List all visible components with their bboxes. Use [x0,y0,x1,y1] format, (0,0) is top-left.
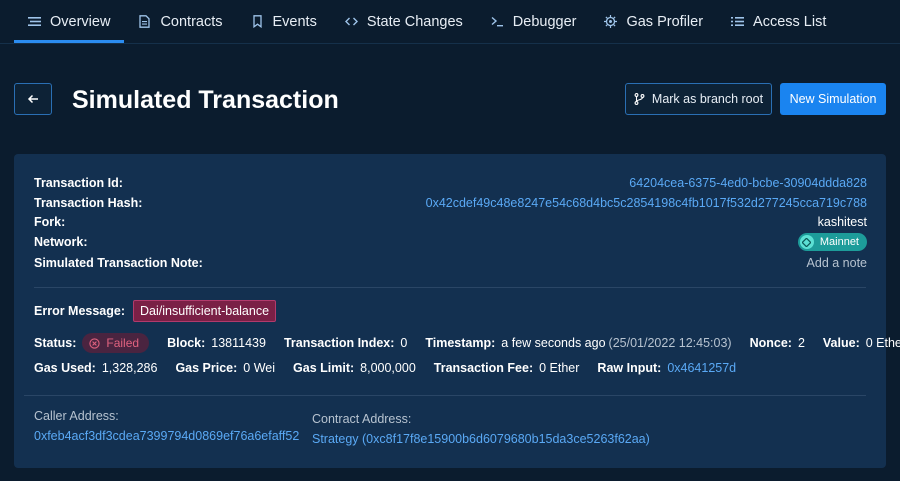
transaction-hash-value[interactable]: 0x42cdef49c48e8247e54c68d4bc5c2854198c4f… [426,196,867,210]
gas-price-label: Gas Price: [175,361,238,375]
tab-label: Debugger [512,13,577,30]
tab-label: Events [272,13,317,30]
transaction-index-label: Transaction Index: [283,336,395,350]
note-label: Simulated Transaction Note: [34,256,203,270]
transaction-index-value: 0 [400,336,408,350]
bookmark-icon [251,15,264,28]
ethereum-icon [799,235,814,249]
back-button[interactable] [14,83,52,115]
status-stat: Status: Failed [34,333,150,353]
fork-value: kashitest [817,215,867,229]
tab-overview[interactable]: Overview [14,0,125,43]
network-label: Network: [34,235,88,249]
bullet-list-icon [731,15,745,28]
gas-limit-value: 8,000,000 [360,361,416,375]
timestamp-absolute: (25/01/2022 12:45:03) [608,336,732,350]
timestamp-label: Timestamp: [425,336,496,350]
tab-bar: Overview Contracts Events State Changes … [0,0,900,44]
tab-label: Overview [50,13,111,30]
error-row: Error Message: Dai/insufficient-balance [34,300,277,322]
add-note-link[interactable]: Add a note [807,256,867,270]
contract-address-block: Contract Address: Strategy (0xc8f17f8e15… [312,412,650,446]
raw-input-value[interactable]: 0x4641257d [667,361,736,375]
gas-price-value: 0 Wei [243,361,276,375]
gas-limit-label: Gas Limit: [293,361,355,375]
network-badge: Mainnet [797,233,867,251]
stats-row-2: Gas Used: 1,328,286 Gas Price: 0 Wei Gas… [34,358,754,378]
nonce-value: 2 [797,336,805,350]
terminal-icon [491,15,504,28]
timestamp-stat: Timestamp: a few seconds ago (25/01/2022… [425,336,731,350]
branch-button-label: Mark as branch root [651,92,764,106]
tab-state-changes[interactable]: State Changes [331,0,477,43]
tab-label: Gas Profiler [626,13,704,30]
nonce-label: Nonce: [749,336,792,350]
stats-row-1: Status: Failed Block: 13811439 Transacti… [34,333,900,353]
transaction-id-row: Transaction Id: 64204cea-6375-4ed0-bcbe-… [34,174,867,192]
block-label: Block: [167,336,206,350]
transaction-fee-label: Transaction Fee: [433,361,534,375]
caller-address-link[interactable]: 0xfeb4acf3df3cdea7399794d0869ef76a6efaff… [34,429,299,443]
gas-limit-stat: Gas Limit: 8,000,000 [293,361,416,375]
tab-contracts[interactable]: Contracts [124,0,236,43]
nonce-stat: Nonce: 2 [750,336,805,350]
failed-circle-x-icon [89,337,101,349]
mark-branch-root-button[interactable]: Mark as branch root [625,83,772,115]
gas-used-value: 1,328,286 [101,361,158,375]
transaction-hash-label: Transaction Hash: [34,196,143,210]
tab-events[interactable]: Events [237,0,331,43]
list-icon [28,15,41,28]
transaction-index-stat: Transaction Index: 0 [284,336,407,350]
caller-address-block: Caller Address: 0xfeb4acf3df3cdea7399794… [34,409,299,443]
block-value: 13811439 [211,336,266,350]
network-row: Network: Mainnet [34,233,867,251]
branch-icon [634,93,645,105]
new-simulation-button[interactable]: New Simulation [780,83,886,115]
tab-label: Contracts [160,13,223,30]
page-title: Simulated Transaction [72,86,339,114]
status-badge: Failed [82,333,150,353]
tab-access-list[interactable]: Access List [717,0,840,43]
error-label: Error Message: [34,304,126,318]
arrow-left-icon [27,94,38,104]
value-stat: Value: 0 Ether [823,336,900,350]
divider [34,287,866,288]
caller-address-label: Caller Address: [34,409,119,423]
divider [24,395,866,396]
document-icon [138,15,151,28]
transaction-fee-value: 0 Ether [539,361,580,375]
tab-gas-profiler[interactable]: Gas Profiler [590,0,717,43]
network-value: Mainnet [819,236,859,248]
status-value: Failed [106,336,140,350]
error-message-badge: Dai/insufficient-balance [133,300,277,322]
status-label: Status: [34,336,77,350]
fork-row: Fork: kashitest [34,213,867,231]
tab-label: Access List [753,13,827,30]
transaction-id-label: Transaction Id: [34,176,123,190]
gas-used-stat: Gas Used: 1,328,286 [34,361,157,375]
transaction-id-value[interactable]: 64204cea-6375-4ed0-bcbe-30904ddda828 [629,176,867,190]
contract-address-label: Contract Address: [312,412,412,426]
raw-input-label: Raw Input: [597,361,662,375]
block-stat: Block: 13811439 [167,336,266,350]
contract-address-link[interactable]: Strategy (0xc8f17f8e15900b6d6079680b15da… [312,432,650,446]
timestamp-relative: a few seconds ago [501,336,606,350]
gas-price-stat: Gas Price: 0 Wei [175,361,275,375]
raw-input-stat: Raw Input: 0x4641257d [597,361,736,375]
fork-label: Fork: [34,215,66,229]
tab-debugger[interactable]: Debugger [477,0,591,43]
value-label: Value: [822,336,860,350]
transaction-hash-row: Transaction Hash: 0x42cdef49c48e8247e54c… [34,194,867,212]
value-value: 0 Ether [865,336,900,350]
note-row: Simulated Transaction Note: Add a note [34,254,867,272]
transaction-card: Transaction Id: 64204cea-6375-4ed0-bcbe-… [14,154,900,468]
code-icon [344,15,358,28]
tab-label: State Changes [366,13,463,30]
gas-used-label: Gas Used: [34,361,96,375]
transaction-fee-stat: Transaction Fee: 0 Ether [434,361,580,375]
gear-icon [604,15,618,28]
